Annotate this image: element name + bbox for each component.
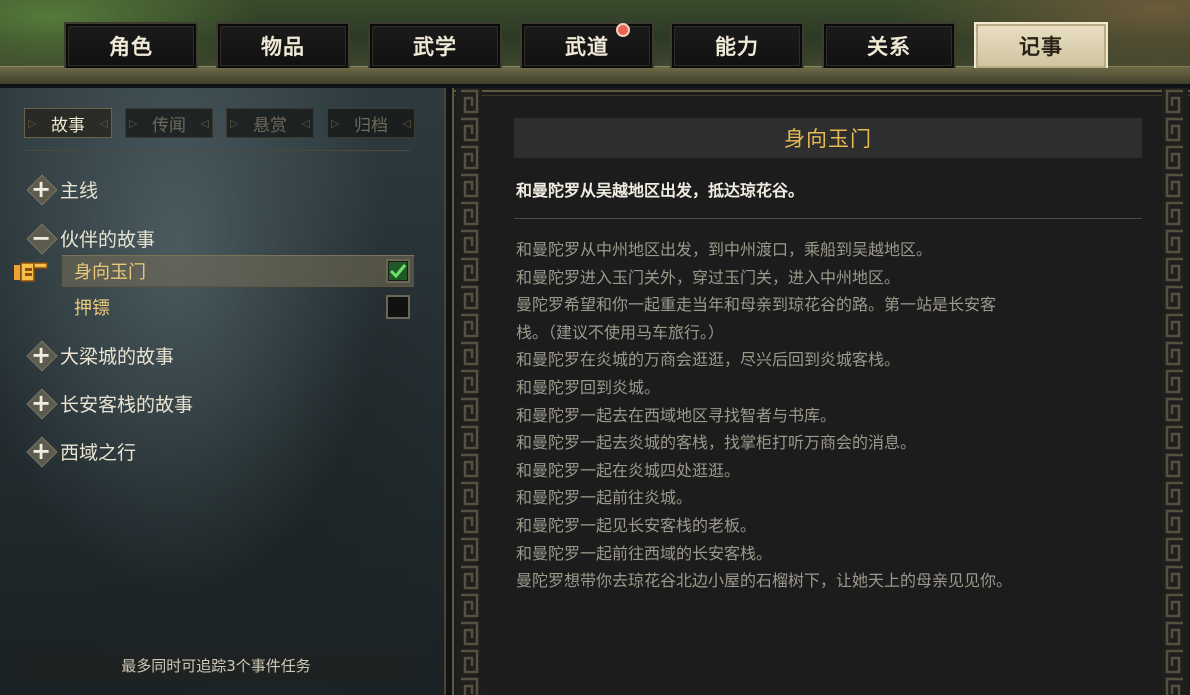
track-checkbox-yumen[interactable] <box>386 259 410 283</box>
quest-list-panel: ▷ 故事 ◁ ▷ 传闻 ◁ ▷ 悬赏 ◁ ▷ 归档 ◁ + 主线 − 伙伴的故事 <box>0 88 446 695</box>
tree-companion-stories[interactable]: − 伙伴的故事 <box>26 223 155 253</box>
tree-main-line-label: 主线 <box>60 179 99 202</box>
subtab-divider <box>24 150 410 151</box>
tree-changan-label: 长安客栈的故事 <box>60 393 194 416</box>
frame-top-border <box>454 90 1190 96</box>
tree-daliang-stories[interactable]: + 大梁城的故事 <box>26 340 174 370</box>
quest-title: 身向玉门 <box>514 118 1142 158</box>
right-arrow-icon: ◁ <box>99 117 108 130</box>
check-icon <box>389 262 407 280</box>
tree-main-line[interactable]: + 主线 <box>26 174 98 204</box>
track-checkbox-escort[interactable] <box>386 295 410 319</box>
log-line: 和曼陀罗进入玉门关外，穿过玉门关，进入中州地区。 <box>516 267 901 287</box>
subtab-rumors-label: 传闻 <box>152 115 186 136</box>
subtab-bounties[interactable]: ▷ 悬赏 ◁ <box>226 108 314 138</box>
left-arrow-icon: ▷ <box>230 117 239 130</box>
subtab-archive[interactable]: ▷ 归档 ◁ <box>327 108 415 138</box>
right-arrow-icon: ◁ <box>301 117 310 130</box>
log-line: 和曼陀罗一起前往西域的长安客栈。 <box>516 543 773 563</box>
log-line: 和曼陀罗一起见长安客栈的老板。 <box>516 515 757 535</box>
subtab-bounties-label: 悬赏 <box>253 115 287 136</box>
subtab-stories[interactable]: ▷ 故事 ◁ <box>24 108 112 138</box>
right-arrow-icon: ◁ <box>200 117 209 130</box>
plus-icon: + <box>26 340 56 370</box>
tree-changan-stories[interactable]: + 长安客栈的故事 <box>26 388 193 418</box>
tree-companion-label: 伙伴的故事 <box>60 228 156 251</box>
tab-abilities[interactable]: 能力 <box>670 22 804 68</box>
minus-icon: − <box>26 223 56 253</box>
subtab-stories-label: 故事 <box>51 115 85 136</box>
log-line: 和曼陀罗一起在炎城四处逛逛。 <box>516 460 741 480</box>
log-line: 和曼陀罗一起去炎城的客栈，找掌柜打听万商会的消息。 <box>516 433 917 453</box>
left-arrow-icon: ▷ <box>129 117 138 130</box>
right-arrow-icon: ◁ <box>402 117 411 130</box>
log-line: 和曼陀罗回到炎城。 <box>516 377 661 397</box>
log-line: 和曼陀罗一起前往炎城。 <box>516 488 693 508</box>
tree-western-journey[interactable]: + 西域之行 <box>26 436 136 466</box>
tab-character[interactable]: 角色 <box>64 22 198 68</box>
log-line: 和曼陀罗一起去在西域地区寻找智者与书库。 <box>516 405 837 425</box>
log-line: 和曼陀罗从中州地区出发，到中州渡口，乘船到吴越地区。 <box>516 240 933 259</box>
left-arrow-icon: ▷ <box>331 117 340 130</box>
log-line: 曼陀罗想带你去琼花谷北边小屋的石榴树下，让她天上的母亲见见你。 <box>516 571 1013 591</box>
plus-icon: + <box>26 174 56 204</box>
log-line: 曼陀罗希望和你一起重走当年和母亲到琼花谷的路。第一站是长安客 <box>516 295 997 315</box>
log-line: 栈。（建议不使用马车旅行。） <box>516 322 725 342</box>
subtab-rumors[interactable]: ▷ 传闻 ◁ <box>125 108 213 138</box>
tab-journal[interactable]: 记事 <box>974 22 1108 68</box>
tab-martial-arts[interactable]: 武学 <box>368 22 502 68</box>
quest-item-escort[interactable]: 押镖 <box>74 291 110 323</box>
tracking-limit-note: 最多同时可追踪3个事件任务 <box>22 650 410 680</box>
tab-martial-way[interactable]: 武道 <box>520 22 654 68</box>
quest-detail-panel: 身向玉门 和曼陀罗从吴越地区出发，抵达琼花谷。 和曼陀罗从中州地区出发，到中州渡… <box>452 88 1190 695</box>
quest-log: 和曼陀罗从中州地区出发，到中州渡口，乘船到吴越地区。 和曼陀罗进入玉门关外，穿过… <box>516 236 1136 595</box>
left-arrow-icon: ▷ <box>28 117 37 130</box>
tree-daliang-label: 大梁城的故事 <box>60 345 175 368</box>
meander-border-left <box>456 88 482 695</box>
quest-item-yumen[interactable]: 身向玉门 <box>74 255 146 287</box>
meander-border-right <box>1162 88 1188 695</box>
tab-bar-strip <box>0 66 1190 84</box>
tab-relations[interactable]: 关系 <box>822 22 956 68</box>
plus-icon: + <box>26 436 56 466</box>
tab-martial-way-label: 武道 <box>565 35 609 59</box>
summary-divider <box>514 218 1142 219</box>
log-line: 和曼陀罗在炎城的万商会逛逛，尽兴后回到炎城客栈。 <box>516 350 901 370</box>
quest-summary: 和曼陀罗从吴越地区出发，抵达琼花谷。 <box>516 181 805 200</box>
pointing-hand-icon <box>14 262 48 282</box>
tree-western-label: 西域之行 <box>60 441 137 464</box>
plus-icon: + <box>26 388 56 418</box>
journal-subtabs: ▷ 故事 ◁ ▷ 传闻 ◁ ▷ 悬赏 ◁ ▷ 归档 ◁ <box>24 108 415 142</box>
subtab-archive-label: 归档 <box>354 115 388 136</box>
tab-items[interactable]: 物品 <box>216 22 350 68</box>
notification-badge <box>616 23 630 37</box>
